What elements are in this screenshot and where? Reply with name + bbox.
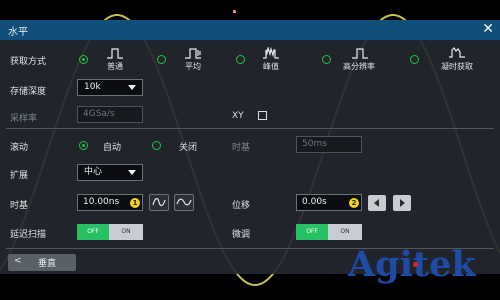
offset-right-button[interactable] [393, 195, 411, 211]
mode-high-res-label: 高分辨率 [343, 62, 375, 71]
roll-timebase-field: 50ms [296, 136, 362, 153]
delay-scan-label: 延迟扫描 [10, 230, 47, 240]
roll-timebase-label: 时基 [232, 143, 251, 153]
chevron-left-icon: < [14, 256, 22, 266]
sine-icon [152, 198, 166, 207]
memory-depth-select[interactable]: 10k [77, 79, 143, 96]
knob2-badge: 2 [349, 198, 359, 208]
average-acquire-icon [185, 48, 201, 59]
dialog-titlebar: 水平 ✕ [0, 20, 500, 40]
mode-normal-label: 普通 [107, 62, 123, 71]
radio-roll-auto[interactable] [79, 141, 88, 150]
high-res-acquire-icon [352, 48, 368, 59]
delay-scan-off: OFF [77, 224, 109, 240]
fine-off: OFF [296, 224, 328, 240]
xy-label: XY [232, 111, 244, 121]
dialog-title: 水平 [8, 27, 28, 38]
divider [6, 128, 494, 129]
timebase-label: 时基 [10, 201, 29, 211]
mode-peak-label: 峰值 [263, 62, 279, 71]
offset-left-button[interactable] [368, 195, 386, 211]
sample-rate-field: 4GSa/s [77, 106, 143, 123]
roll-timebase-value: 50ms [302, 139, 327, 149]
roll-off-label: 关闭 [179, 143, 198, 153]
xy-checkbox[interactable] [258, 111, 267, 120]
radio-roll-off[interactable] [152, 141, 161, 150]
chevron-down-icon [128, 85, 136, 90]
fine-label: 微调 [232, 230, 251, 240]
horizontal-dialog: 水平 ✕ 获取方式 普通 平均 峰值 高分辨率 凝时获取 存储深度 10k 采样… [0, 20, 500, 274]
normal-acquire-icon [107, 48, 123, 59]
sine-wide-icon [176, 198, 192, 206]
knob1-badge: 1 [130, 198, 140, 208]
radio-normal[interactable] [79, 55, 88, 64]
memory-depth-value: 10k [84, 82, 101, 92]
offset-label: 位移 [232, 201, 251, 211]
expand-value: 中心 [84, 167, 103, 177]
offset-value: 0.00s [302, 197, 327, 207]
sample-rate-label: 采样率 [10, 114, 38, 124]
agitek-logo: Agitek [348, 244, 476, 285]
delay-scan-toggle[interactable]: OFF ON [77, 224, 143, 240]
radio-peak[interactable] [236, 55, 245, 64]
mode-timed-label: 凝时获取 [441, 62, 473, 71]
roll-auto-label: 自动 [103, 143, 122, 153]
sample-rate-value: 4GSa/s [83, 109, 115, 119]
close-icon[interactable]: ✕ [482, 21, 494, 37]
peak-acquire-icon [263, 47, 279, 59]
mode-average-label: 平均 [185, 62, 201, 71]
timebase-value: 10.00ns [83, 197, 120, 207]
fine-on: ON [328, 224, 362, 240]
delay-scan-on: ON [109, 224, 143, 240]
triangle-left-icon [374, 199, 379, 207]
memory-depth-label: 存储深度 [10, 87, 47, 97]
acquire-label: 获取方式 [10, 57, 47, 67]
expand-select[interactable]: 中心 [77, 164, 143, 181]
sine-coarse-button[interactable] [174, 194, 194, 211]
radio-average[interactable] [157, 55, 166, 64]
fine-toggle[interactable]: OFF ON [296, 224, 362, 240]
back-vertical-button[interactable]: < 垂直 [8, 254, 76, 271]
expand-label: 扩展 [10, 171, 29, 181]
radio-timed[interactable] [410, 55, 419, 64]
trigger-marker [233, 10, 236, 13]
sine-fine-button[interactable] [149, 194, 169, 211]
radio-high-res[interactable] [322, 55, 331, 64]
logo-dot [413, 262, 418, 267]
back-label: 垂直 [38, 259, 57, 269]
triangle-right-icon [400, 199, 405, 207]
chevron-down-icon [128, 170, 136, 175]
roll-label: 滚动 [10, 143, 29, 153]
timed-acquire-icon [449, 47, 465, 58]
